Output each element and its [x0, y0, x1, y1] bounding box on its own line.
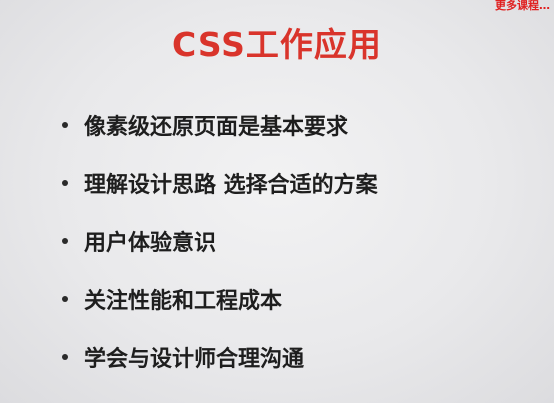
bullet-dot-icon: [62, 296, 68, 302]
bullet-dot-icon: [62, 238, 68, 244]
bullet-text: 关注性能和工程成本: [84, 289, 283, 314]
bullet-item: 关注性能和工程成本: [62, 270, 378, 328]
bullet-item: 像素级还原页面是基本要求: [62, 96, 378, 154]
bullet-text: 像素级还原页面是基本要求: [84, 115, 349, 140]
slide-title: CSS工作应用: [172, 25, 382, 64]
bullet-dot-icon: [62, 180, 68, 186]
bullet-dot-icon: [62, 354, 68, 360]
bullet-item: 理解设计思路 选择合适的方案: [62, 154, 378, 212]
bullet-text: 学会与设计师合理沟通: [84, 347, 305, 372]
bullet-dot-icon: [62, 122, 68, 128]
bullet-text: 用户体验意识: [84, 231, 217, 256]
bullet-item: 用户体验意识: [62, 212, 378, 270]
watermark-text: 更多课程…: [495, 0, 550, 12]
bullet-item: 学会与设计师合理沟通: [62, 328, 378, 386]
bullet-text: 理解设计思路 选择合适的方案: [84, 173, 378, 198]
slide: 更多课程… CSS工作应用 像素级还原页面是基本要求 理解设计思路 选择合适的方…: [0, 0, 554, 403]
bullet-list: 像素级还原页面是基本要求 理解设计思路 选择合适的方案 用户体验意识 关注性能和…: [62, 96, 378, 386]
